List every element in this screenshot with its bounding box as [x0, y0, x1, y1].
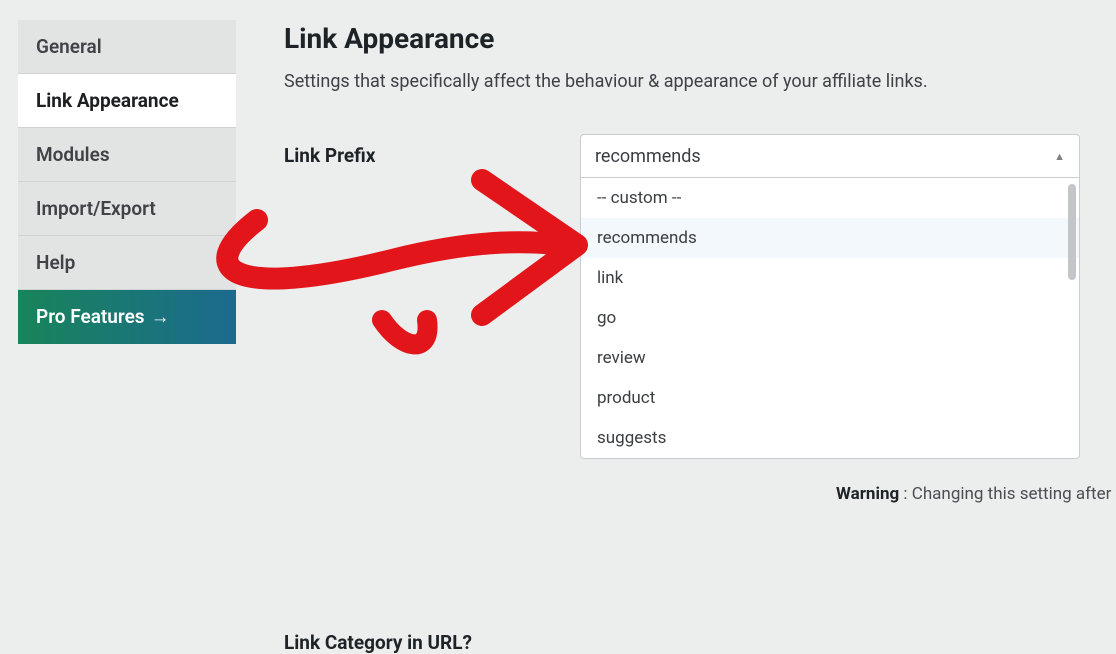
sidebar-item-modules[interactable]: Modules — [18, 128, 236, 182]
option-go[interactable]: go — [581, 298, 1079, 338]
option-review[interactable]: review — [581, 338, 1079, 378]
link-prefix-select[interactable]: recommends ▲ — [580, 134, 1080, 178]
option-suggests[interactable]: suggests — [581, 418, 1079, 458]
chevron-up-icon: ▲ — [1054, 150, 1065, 163]
option-link[interactable]: link — [581, 258, 1079, 298]
sidebar-item-general[interactable]: General — [18, 20, 236, 74]
sidebar-item-label: Import/Export — [36, 197, 156, 220]
sidebar-item-label: Modules — [36, 143, 110, 166]
link-prefix-dropdown: -- custom -- recommends link go review p… — [580, 178, 1080, 459]
sidebar-item-label: Link Appearance — [36, 89, 179, 112]
setting-label: Link Prefix — [284, 134, 580, 167]
setting-link-category: Link Category in URL? — [284, 621, 1116, 654]
setting-link-prefix: Link Prefix recommends ▲ -- custom -- re… — [284, 134, 1116, 459]
warning-text: Warning : Changing this setting after yo… — [836, 484, 1116, 504]
option-custom[interactable]: -- custom -- — [581, 178, 1079, 218]
option-product[interactable]: product — [581, 378, 1079, 418]
sidebar-item-label: Help — [36, 251, 75, 274]
main-panel: Link Appearance Settings that specifical… — [254, 0, 1116, 500]
scrollbar-thumb[interactable] — [1068, 184, 1076, 280]
sidebar-item-label: Pro Features — [36, 305, 145, 328]
page-description: Settings that specifically affect the be… — [284, 71, 1116, 92]
arrow-right-icon: → — [151, 305, 170, 329]
select-value: recommends — [595, 146, 701, 167]
settings-sidebar: General Link Appearance Modules Import/E… — [0, 0, 254, 500]
setting-label: Link Category in URL? — [284, 621, 580, 654]
sidebar-item-help[interactable]: Help — [18, 236, 236, 290]
sidebar-item-pro-features[interactable]: Pro Features → — [18, 290, 236, 344]
sidebar-item-label: General — [36, 35, 102, 58]
page-title: Link Appearance — [284, 22, 1116, 55]
option-recommends[interactable]: recommends — [581, 218, 1079, 258]
sidebar-item-import-export[interactable]: Import/Export — [18, 182, 236, 236]
sidebar-item-link-appearance[interactable]: Link Appearance — [18, 74, 236, 128]
